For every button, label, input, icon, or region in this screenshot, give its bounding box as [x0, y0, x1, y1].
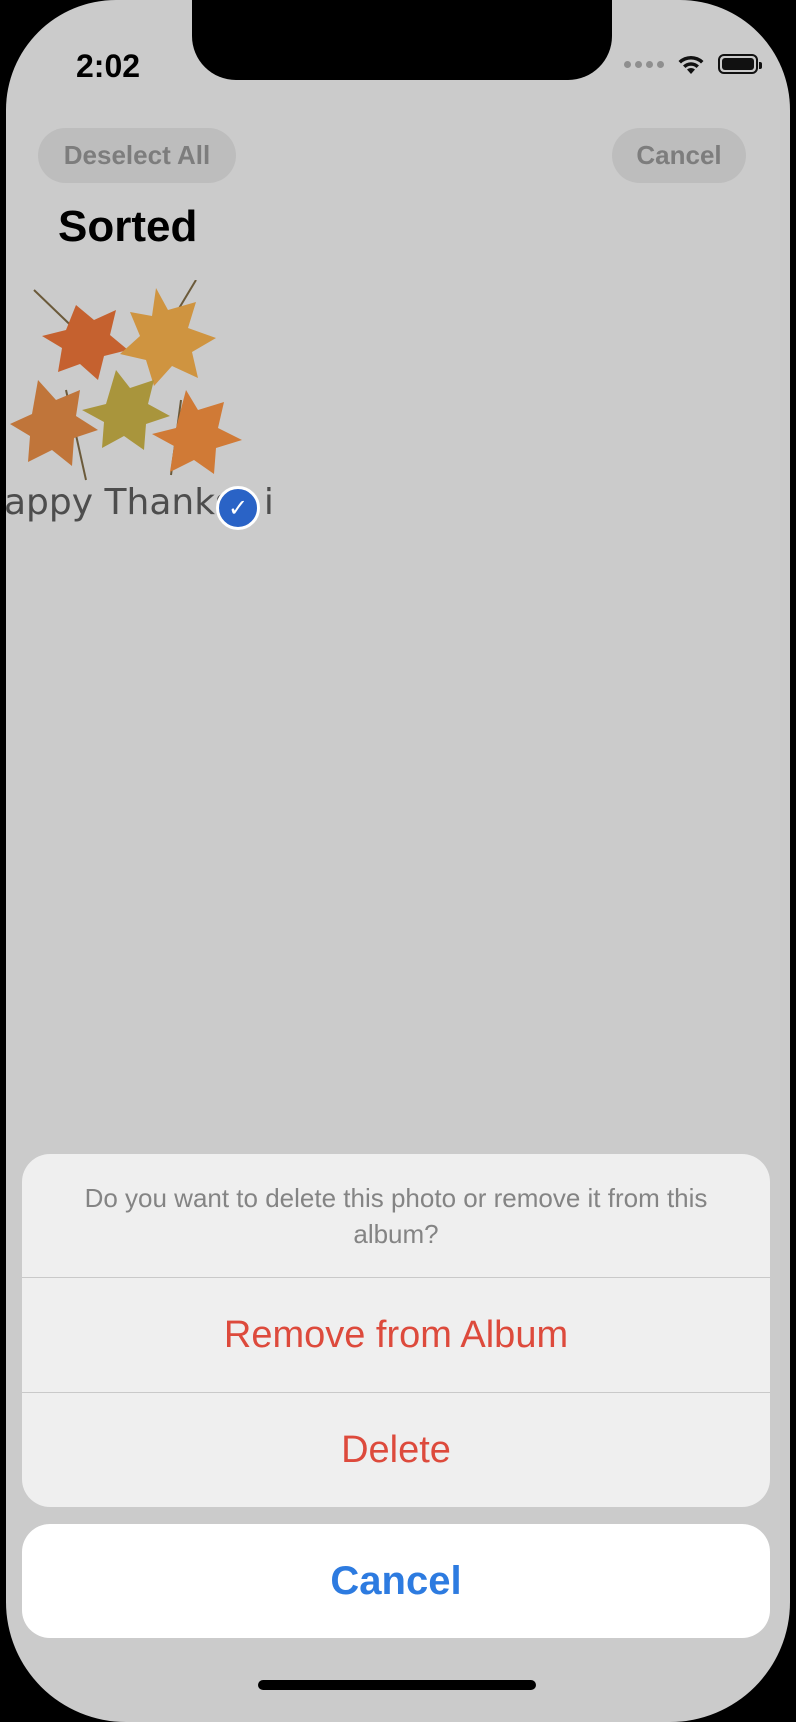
action-sheet: Do you want to delete this photo or remo… — [22, 1154, 770, 1507]
status-icons — [624, 52, 762, 76]
action-sheet-message: Do you want to delete this photo or remo… — [22, 1154, 770, 1278]
cancel-selection-button[interactable]: Cancel — [612, 128, 746, 183]
battery-icon — [718, 54, 762, 74]
photo-caption-text: appy Thanks — [6, 482, 234, 523]
selected-checkmark-icon: ✓ — [216, 486, 260, 530]
status-time: 2:02 — [76, 48, 141, 84]
home-indicator[interactable] — [258, 1680, 536, 1690]
cellular-signal-icon — [624, 60, 664, 68]
deselect-all-button[interactable]: Deselect All — [38, 128, 236, 183]
action-sheet-cancel-button[interactable]: Cancel — [22, 1524, 770, 1638]
photo-caption-tail: i — [263, 482, 274, 523]
wifi-icon — [678, 55, 704, 74]
notch — [192, 0, 612, 80]
screen: 2:02 Deselect All Cancel Sorted appy Tha… — [6, 0, 790, 1722]
album-title: Sorted — [58, 202, 198, 251]
delete-button[interactable]: Delete — [22, 1393, 770, 1507]
remove-from-album-button[interactable]: Remove from Album — [22, 1278, 770, 1393]
